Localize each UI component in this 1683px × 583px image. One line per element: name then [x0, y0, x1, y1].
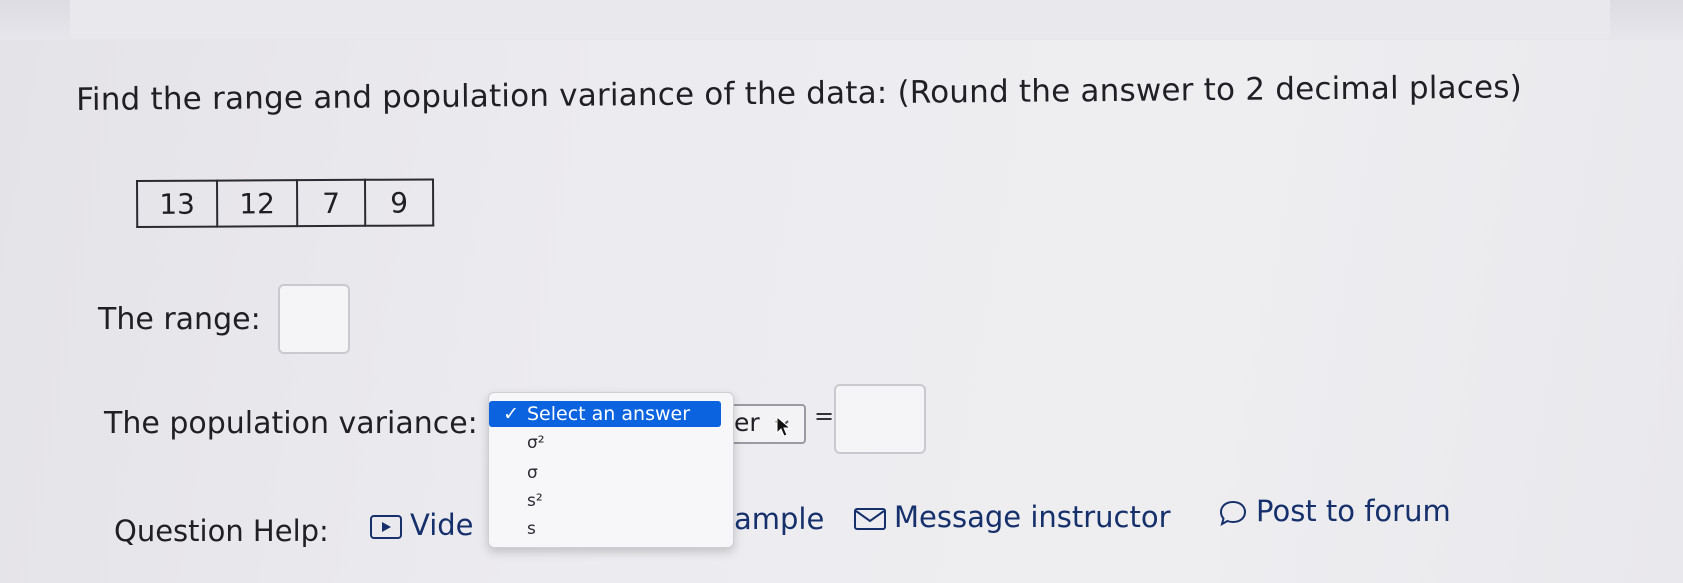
data-cell: 9 [365, 179, 434, 226]
select-visible-text: er [734, 408, 760, 437]
variance-input[interactable] [834, 384, 926, 454]
example-link[interactable]: ample [734, 502, 824, 536]
top-panel-inner [70, 0, 1610, 38]
post-to-forum-label: Post to forum [1256, 494, 1451, 528]
dropdown-option-label: Select an answer [527, 403, 691, 425]
data-table: 13 12 7 9 [136, 178, 434, 228]
data-cell: 7 [297, 179, 366, 227]
post-to-forum-link[interactable]: Post to forum [1218, 494, 1451, 528]
variance-label: The population variance: [104, 406, 478, 441]
dropdown-option-sigma-squared[interactable]: σ² [527, 433, 545, 453]
data-cell: 12 [217, 180, 298, 227]
envelope-icon [854, 508, 886, 530]
message-instructor-label: Message instructor [894, 500, 1171, 534]
video-link[interactable]: Vide [370, 508, 474, 542]
variance-dropdown-menu[interactable]: ✓ Select an answer σ² σ s² s [488, 392, 734, 548]
dropdown-option-s[interactable]: s [527, 519, 536, 539]
range-label: The range: [98, 302, 261, 337]
dropdown-option-select-an-answer[interactable]: ✓ Select an answer [489, 401, 721, 427]
data-cell: 13 [137, 180, 218, 227]
question-prompt: Find the range and population variance o… [76, 69, 1523, 118]
dropdown-option-s-squared[interactable]: s² [527, 491, 543, 511]
check-icon: ✓ [503, 403, 519, 425]
play-icon [370, 515, 402, 539]
video-link-label: Vide [410, 508, 474, 542]
table-row: 13 12 7 9 [137, 179, 434, 227]
range-input[interactable] [278, 284, 350, 354]
top-panel-strip [0, 0, 1683, 40]
question-help-label: Question Help: [114, 514, 329, 548]
equals-sign: = [814, 402, 835, 430]
speech-bubble-icon [1219, 500, 1247, 527]
dropdown-option-sigma[interactable]: σ [527, 463, 538, 483]
mouse-cursor-icon [776, 416, 792, 437]
message-instructor-link[interactable]: Message instructor [854, 500, 1171, 534]
